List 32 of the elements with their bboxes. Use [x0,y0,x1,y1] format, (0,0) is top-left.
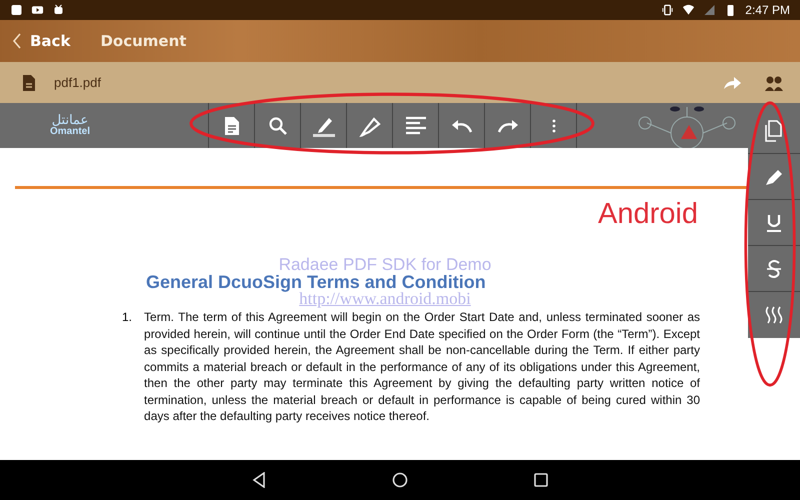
paragraph: Term. The term of this Agreement will begin on the Order Start Date and, unless terminated sooner as provided herein, will continue until the Order End Date specified on the Order Form (the “Term”). Except as specifically provided herein, the Agreement shall be non-cancellable during the Term. If either party commits a material breach or default in the performance of any of its obligations under this Agreement, then the other party may terminate this Agreement by giving the defaulting party written notice of termination, unless the material breach or default in performance is capable of being cured within 30 days after the defaulting party receives notice thereof. [144,309,700,424]
annotation-label: Android [598,198,698,231]
users-icon [764,74,784,92]
signal-icon [703,4,716,16]
squiggly-icon [764,305,784,325]
more-icon [552,118,556,132]
redo-icon [496,118,518,132]
list-number: 1. [122,309,132,326]
screen-title: Document [100,32,186,50]
vibrate-icon [661,4,674,16]
search-icon [268,116,288,136]
video-play-icon [31,4,44,16]
chevron-left-icon [12,33,22,49]
square-recents-icon [534,473,548,487]
highlighter-icon [358,114,380,136]
document-icon [224,116,240,136]
copy-icon [764,120,784,142]
file-name: pdf1.pdf [54,75,101,90]
triangle-back-icon [252,472,266,488]
clock-time: 2:47 PM [745,3,790,17]
wifi-icon [682,4,696,16]
document-heading: General DcuoSign Terms and Condition [146,272,487,292]
text-align-icon [404,116,426,136]
undo-icon [450,118,472,132]
back-button[interactable]: Back [12,32,70,50]
share-icon [722,74,742,90]
robot-icon [52,4,65,16]
strikethrough-icon [766,258,782,278]
watermark-text: Radaee PDF SDK for Demo [278,255,492,275]
circle-home-icon [392,472,408,488]
document-icon [22,74,36,92]
underline-icon [766,212,782,232]
